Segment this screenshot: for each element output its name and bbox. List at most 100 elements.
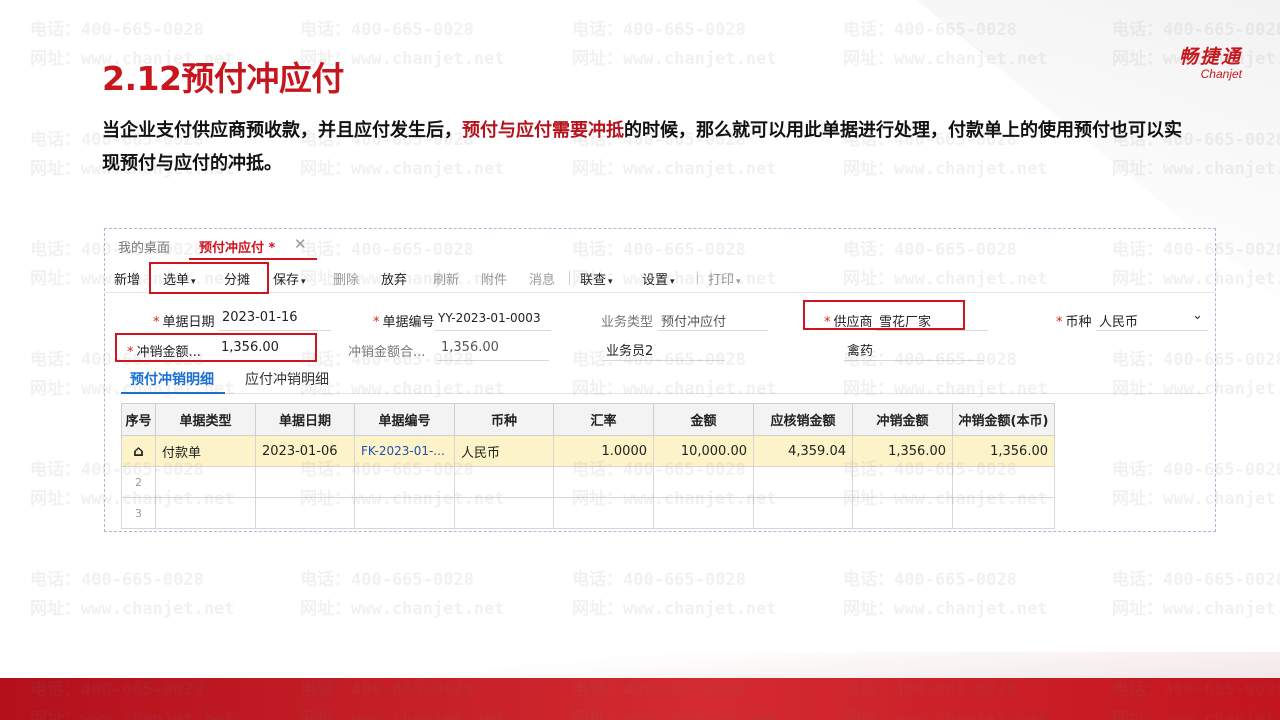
table-cell[interactable] (255, 466, 355, 498)
offset-detail-table: 序号 单据类型 单据日期 单据编号 币种 汇率 金额 应核销金额 冲销金额 冲销… (121, 403, 1055, 529)
table-cell[interactable] (155, 466, 256, 498)
bottom-red-band (0, 678, 1280, 720)
table-row[interactable]: 2 (121, 466, 1055, 498)
required-mark: * (1056, 315, 1063, 330)
row-insert-icon[interactable]: ⌂ (121, 435, 156, 467)
salesman-field[interactable]: 业务员2 (606, 340, 653, 359)
table-cell[interactable] (155, 497, 256, 529)
chevron-down-icon: ▾ (670, 277, 675, 287)
message-button[interactable]: 消息 (529, 269, 555, 288)
code-field[interactable]: YY-2023-01-0003 (438, 311, 541, 325)
allocate-button[interactable]: 分摊 (224, 269, 250, 288)
print-button[interactable]: 打印 ▾ (708, 269, 741, 288)
table-cell[interactable] (952, 497, 1055, 529)
table-cell[interactable] (852, 466, 953, 498)
watermark: 电话：400-665-0028 网址：www.chanjet.net (1112, 566, 1280, 624)
column-header: 单据类型 (155, 403, 256, 436)
table-cell[interactable]: 1.0000 (553, 435, 654, 467)
table-cell[interactable]: 2023-01-06 (255, 435, 355, 467)
code-field-underline (435, 330, 551, 331)
department-underline (844, 360, 984, 361)
table-cell[interactable] (753, 497, 853, 529)
column-header: 单据日期 (255, 403, 355, 436)
date-label-text: 单据日期 (162, 315, 215, 330)
offset-amount-field[interactable]: 1,356.00 (221, 340, 279, 355)
table-cell-link[interactable]: FK-2023-01-... (354, 435, 455, 467)
column-header: 冲销金额(本币) (952, 403, 1055, 436)
supplier-field[interactable]: 雪花厂家 (879, 311, 931, 330)
table-cell[interactable] (753, 466, 853, 498)
table-cell[interactable] (454, 466, 554, 498)
table-cell[interactable] (553, 497, 654, 529)
table-row[interactable]: 3 (121, 497, 1055, 529)
new-button[interactable]: 新增 (114, 269, 140, 288)
select-order-button[interactable]: 选单 ▾ (163, 269, 196, 288)
settings-button[interactable]: 设置 ▾ (642, 269, 675, 288)
table-cell[interactable] (454, 497, 554, 529)
abandon-button[interactable]: 放弃 (381, 269, 407, 288)
watermark: 电话：400-665-0028 网址：www.chanjet.net (30, 566, 270, 624)
table-row[interactable]: ⌂ 付款单 2023-01-06 FK-2023-01-... 人民币 1.00… (121, 435, 1055, 467)
code-label-text: 单据编号 (382, 315, 435, 330)
required-mark: * (373, 315, 380, 330)
table-cell[interactable] (952, 466, 1055, 498)
tab-prepay-offset-detail[interactable]: 预付冲销明细 (130, 369, 214, 389)
column-header: 冲销金额 (852, 403, 953, 436)
attachment-button[interactable]: 附件 (481, 269, 507, 288)
tab-my-desktop[interactable]: 我的桌面 (118, 237, 170, 256)
refresh-button[interactable]: 刷新 (433, 269, 459, 288)
tab-prepay-offset[interactable]: 预付冲应付 * (199, 237, 275, 256)
table-cell[interactable] (354, 466, 455, 498)
linked-query-button[interactable]: 联查 ▾ (580, 269, 613, 288)
offset-total-underline (437, 360, 549, 361)
date-field-underline (219, 330, 331, 331)
column-header: 序号 (121, 403, 156, 436)
required-mark: * (127, 345, 134, 360)
biz-type-field[interactable]: 预付冲应付 (661, 311, 726, 330)
supplier-underline (876, 330, 988, 331)
table-cell[interactable]: 1,356.00 (852, 435, 953, 467)
chevron-down-icon[interactable]: ⌄ (1192, 308, 1203, 323)
active-tab-indicator (189, 258, 317, 260)
settings-label: 设置 (642, 273, 669, 288)
currency-select[interactable]: 人民币 (1099, 311, 1138, 330)
watermark-phone: 电话：400-665-0028 (572, 570, 746, 590)
table-cell[interactable] (255, 497, 355, 529)
watermark-site: 网址：www.chanjet.net (572, 599, 777, 619)
tab-payable-offset-detail[interactable]: 应付冲销明细 (245, 369, 329, 389)
save-button[interactable]: 保存 ▾ (273, 269, 306, 288)
close-icon[interactable]: ✕ (294, 235, 307, 253)
table-cell[interactable]: 付款单 (155, 435, 256, 467)
department-field[interactable]: 禽药 (847, 340, 873, 359)
table-cell[interactable] (852, 497, 953, 529)
app-window: 我的桌面 预付冲应付 * ✕ 新增 选单 ▾ 分摊 保存 ▾ 删除 放弃 刷新 附件… (104, 228, 1216, 532)
table-header-row: 序号 单据类型 单据日期 单据编号 币种 汇率 金额 应核销金额 冲销金额 冲销… (121, 403, 1055, 436)
code-label: * 单据编号 (373, 311, 435, 330)
biz-type-underline (658, 330, 768, 331)
watermark: 电话：400-665-0028 网址：www.chanjet.net (843, 566, 1083, 624)
salesman-underline (603, 360, 725, 361)
table-cell[interactable] (354, 497, 455, 529)
date-field[interactable]: 2023-01-16 (222, 310, 298, 325)
table-cell[interactable]: 人民币 (454, 435, 554, 467)
table-cell[interactable]: 4,359.04 (753, 435, 853, 467)
table-cell[interactable] (653, 466, 754, 498)
offset-total-field: 1,356.00 (441, 340, 499, 355)
watermark-site: 网址：www.chanjet.net (572, 49, 777, 69)
row-index: 2 (121, 466, 156, 498)
row-index: 3 (121, 497, 156, 529)
chanjet-logo: 畅捷通 Chanjet (1179, 42, 1242, 81)
table-cell[interactable] (553, 466, 654, 498)
watermark-phone: 电话：400-665-0028 (843, 570, 1017, 590)
watermark-phone: 电话：400-665-0028 (572, 20, 746, 40)
table-cell[interactable] (653, 497, 754, 529)
delete-button[interactable]: 删除 (333, 269, 359, 288)
table-cell[interactable]: 10,000.00 (653, 435, 754, 467)
toolbar: 新增 选单 ▾ 分摊 保存 ▾ 删除 放弃 刷新 附件 消息 联查 ▾ 设置 ▾ 打印 ▾ (105, 263, 1215, 293)
currency-label: * 币种 (1056, 311, 1092, 330)
offset-total-label: 冲销金额合... (348, 345, 426, 360)
watermark: 电话：400-665-0028 网址：www.chanjet.net (300, 566, 540, 624)
column-header: 币种 (454, 403, 554, 436)
column-header: 汇率 (553, 403, 654, 436)
table-cell[interactable]: 1,356.00 (952, 435, 1055, 467)
